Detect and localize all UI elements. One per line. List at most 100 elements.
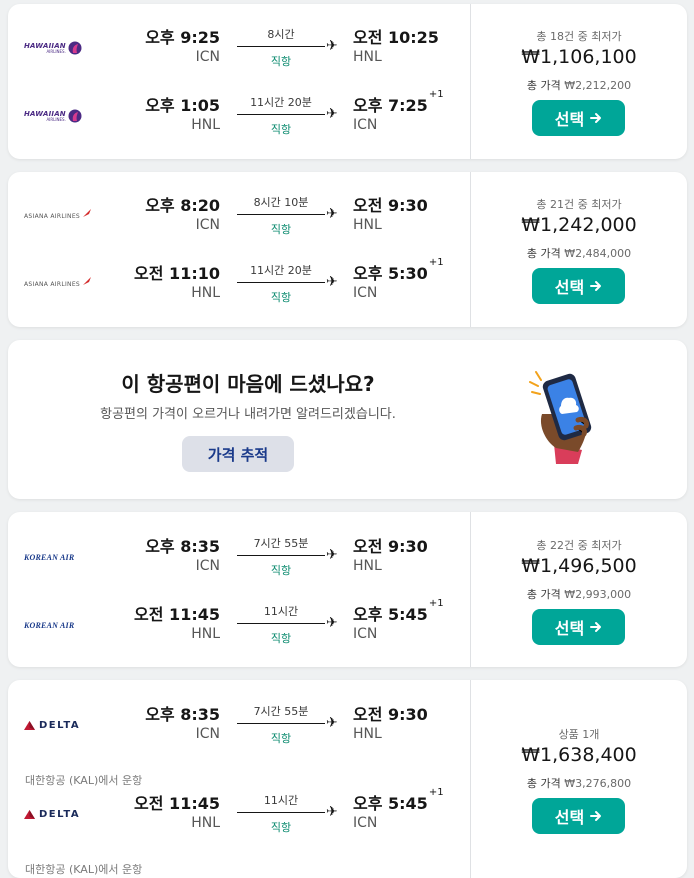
total-price-label: 총 가격	[526, 777, 561, 790]
arrival-time: 오후 5:45+1	[353, 598, 444, 625]
operated-by-note: 대한항공 (KAL)에서 운항	[25, 863, 143, 876]
flight-leg: HAWAIIAN AIRLINES. 오후 9:25 ICN 8시간 ✈ 직항 오전 10:2…	[8, 24, 470, 80]
arrival-airport: HNL	[353, 726, 382, 742]
departure-airport: ICN	[195, 726, 220, 742]
select-button[interactable]: 선택	[532, 268, 625, 304]
arrival-time-value: 오전 9:30	[353, 537, 428, 556]
departure-time: 오전 11:45	[134, 605, 220, 624]
delta-widget-icon	[24, 809, 35, 819]
plane-icon: ✈	[326, 547, 338, 563]
price-panel: 상품 1개 ₩1,638,400 총 가격 ₩3,276,800 선택	[471, 680, 687, 878]
flight-leg: DELTA 오전 11:45 HNL 11시간 ✈ 직항 오후 5:45+1 ICN 대한항공 …	[8, 787, 470, 876]
airline-logo: DELTA	[24, 705, 80, 745]
select-button[interactable]: 선택	[532, 609, 625, 645]
airline-logo-subtext: AIRLINES.	[46, 116, 66, 122]
total-price-label: 총 가격	[526, 79, 561, 92]
departure-time: 오후 8:35	[145, 705, 220, 724]
flight-leg: ASIANA AIRLINES 오전 11:10 HNL 11시간 20분 ✈ 직항 오후 …	[8, 257, 470, 316]
airline-logo-text: ASIANA AIRLINES	[24, 280, 81, 288]
select-button-label: 선택	[554, 808, 585, 827]
flight-result-card: HAWAIIAN AIRLINES. 오후 9:25 ICN 8시간 ✈ 직항 오전 10:2…	[8, 4, 687, 159]
offer-count-label: 총 22건 중 최저가	[536, 539, 622, 552]
arrival-time: 오후 7:25+1	[353, 89, 444, 116]
flight-duration: 11시간 20분	[250, 96, 312, 109]
arrival-time: 오전 10:25	[353, 24, 439, 48]
plane-icon: ✈	[326, 206, 338, 222]
select-button-label: 선택	[554, 110, 585, 129]
price-amount: ₩1,242,000	[521, 214, 637, 236]
total-price: 총 가격 ₩2,993,000	[471, 586, 687, 602]
flight-leg: KOREAN AIR 오후 8:35 ICN 7시간 55분 ✈ 직항 오전 9:30 HNL	[8, 533, 470, 589]
flight-result-card: ASIANA AIRLINES 오후 8:20 ICN 8시간 10분 ✈ 직항 오전 9:…	[8, 172, 687, 327]
airline-logo-text: DELTA	[39, 719, 81, 731]
flight-duration: 8시간 10분	[253, 196, 309, 209]
airline-logo: HAWAIIAN AIRLINES.	[24, 96, 82, 136]
arrival-time-value: 오후 7:25	[353, 96, 428, 115]
plane-icon: ✈	[326, 106, 338, 122]
arrival-time-value: 오전 9:30	[353, 196, 428, 215]
day-offset-badge: +1	[428, 598, 444, 609]
departure-airport: HNL	[191, 285, 220, 301]
total-price: 총 가격 ₩3,276,800	[471, 775, 687, 791]
day-offset-badge: +1	[428, 787, 444, 798]
track-price-button[interactable]: 가격 추적	[182, 436, 294, 472]
day-offset-badge: +1	[428, 89, 444, 100]
departure-time: 오전 11:45	[134, 794, 220, 813]
departure-airport: HNL	[191, 117, 220, 133]
arrival-time-value: 오전 10:25	[353, 28, 439, 47]
hawaiian-pualani-icon	[68, 109, 82, 123]
flight-result-card: DELTA 오후 8:35 ICN 7시간 55분 ✈ 직항 오전 9:30 HNL 대한항공 …	[8, 680, 687, 878]
arrival-time-value: 오후 5:45	[353, 605, 428, 624]
arrow-right-icon	[590, 618, 602, 637]
stops-label: 직항	[270, 223, 292, 236]
route-line	[237, 812, 325, 813]
arrival-airport: HNL	[353, 558, 382, 574]
select-button[interactable]: 선택	[532, 100, 625, 136]
plane-icon: ✈	[326, 715, 338, 731]
arrival-time: 오전 9:30	[353, 701, 428, 725]
hand-holding-phone-icon	[528, 364, 608, 474]
route-line	[237, 555, 325, 556]
route-line	[237, 723, 325, 724]
departure-time: 오후 9:25	[145, 28, 220, 47]
plane-icon: ✈	[326, 274, 338, 290]
arrival-airport: ICN	[353, 285, 378, 301]
stops-label: 직항	[270, 55, 292, 68]
hawaiian-pualani-icon	[68, 41, 82, 55]
flight-result-card: KOREAN AIR 오후 8:35 ICN 7시간 55분 ✈ 직항 오전 9:30 HNL…	[8, 512, 687, 667]
departure-time: 오후 1:05	[145, 96, 220, 115]
flight-duration: 11시간	[263, 794, 299, 807]
airline-logo-subtext: AIRLINES.	[46, 48, 66, 54]
total-price-amount: ₩2,993,000	[564, 588, 632, 601]
stops-label: 직항	[270, 564, 292, 577]
departure-time: 오후 8:20	[145, 196, 220, 215]
flight-duration: 11시간 20분	[250, 264, 312, 277]
price-panel: 총 22건 중 최저가 ₩1,496,500 총 가격 ₩2,993,000 선택	[471, 512, 687, 667]
offer-count-label: 총 18건 중 최저가	[536, 30, 622, 43]
arrow-right-icon	[590, 277, 602, 296]
departure-airport: ICN	[195, 558, 220, 574]
flight-duration: 7시간 55분	[253, 537, 309, 550]
select-button-label: 선택	[554, 619, 585, 638]
stops-label: 직항	[270, 123, 292, 136]
arrival-airport: ICN	[353, 815, 378, 831]
total-price: 총 가격 ₩2,212,200	[471, 77, 687, 93]
arrival-time-value: 오후 5:30	[353, 264, 428, 283]
select-button-label: 선택	[554, 278, 585, 297]
route-line	[237, 214, 325, 215]
select-button[interactable]: 선택	[532, 798, 625, 834]
operated-by-note: 대한항공 (KAL)에서 운항	[25, 774, 143, 787]
departure-time: 오후 8:35	[145, 537, 220, 556]
offer-count-label: 총 21건 중 최저가	[536, 198, 622, 211]
asiana-wing-icon	[83, 209, 92, 217]
route-line	[237, 46, 325, 47]
flight-leg: KOREAN AIR 오전 11:45 HNL 11시간 ✈ 직항 오후 5:45+1 ICN	[8, 598, 470, 657]
stops-label: 직항	[270, 632, 292, 645]
price-alert-promo: 이 항공편이 마음에 드셨나요? 항공편의 가격이 오르거나 내려가면 알려드리겠…	[8, 340, 687, 499]
total-price-amount: ₩2,212,200	[564, 79, 632, 92]
flight-duration: 8시간	[267, 28, 295, 41]
airline-logo: ASIANA AIRLINES	[24, 264, 92, 304]
asiana-wing-icon	[83, 277, 92, 285]
arrival-time-value: 오전 9:30	[353, 705, 428, 724]
departure-airport: ICN	[195, 49, 220, 65]
